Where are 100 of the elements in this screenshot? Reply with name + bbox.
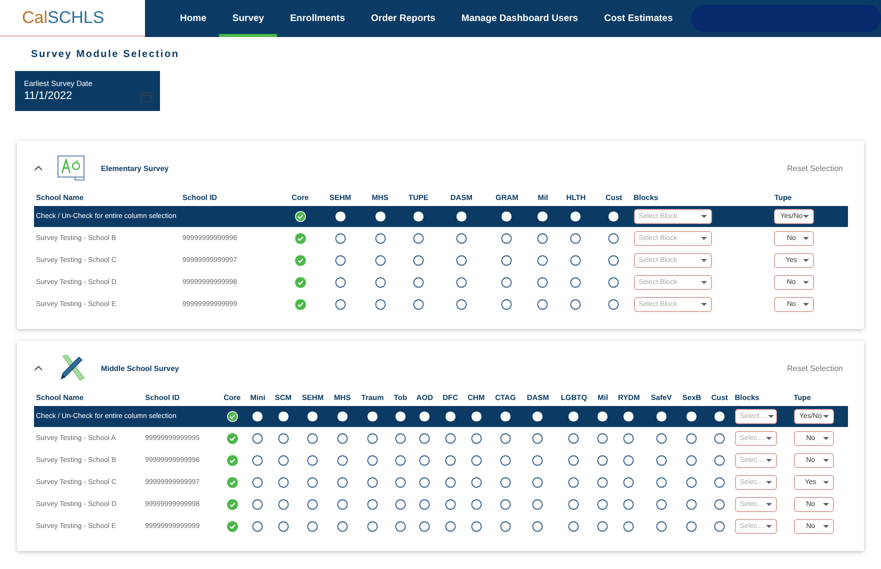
unchecked-checkbox[interactable] xyxy=(374,211,386,222)
unchecked-checkbox[interactable] xyxy=(367,432,378,444)
unchecked-checkbox[interactable] xyxy=(444,520,456,532)
nav-tab[interactable]: Home xyxy=(167,0,220,37)
unchecked-checkbox[interactable] xyxy=(501,211,512,222)
unchecked-checkbox[interactable] xyxy=(307,476,318,488)
checked-checkbox[interactable] xyxy=(294,298,306,310)
unchecked-checkbox[interactable] xyxy=(374,298,386,310)
unchecked-checkbox[interactable] xyxy=(686,432,698,444)
unchecked-checkbox[interactable] xyxy=(686,411,698,422)
unchecked-checkbox[interactable] xyxy=(412,298,424,310)
unchecked-checkbox[interactable] xyxy=(367,498,378,510)
unchecked-checkbox[interactable] xyxy=(470,454,482,466)
unchecked-checkbox[interactable] xyxy=(444,476,456,488)
unchecked-checkbox[interactable] xyxy=(367,476,378,488)
unchecked-checkbox[interactable] xyxy=(278,476,289,488)
unchecked-checkbox[interactable] xyxy=(570,254,582,266)
unchecked-checkbox[interactable] xyxy=(278,411,289,422)
unchecked-checkbox[interactable] xyxy=(656,520,667,532)
unchecked-checkbox[interactable] xyxy=(532,498,544,510)
unchecked-checkbox[interactable] xyxy=(597,432,608,444)
unchecked-checkbox[interactable] xyxy=(500,476,511,488)
unchecked-checkbox[interactable] xyxy=(656,432,667,444)
unchecked-checkbox[interactable] xyxy=(412,211,424,222)
unchecked-checkbox[interactable] xyxy=(252,498,264,510)
unchecked-checkbox[interactable] xyxy=(686,520,698,532)
unchecked-checkbox[interactable] xyxy=(412,254,424,266)
unchecked-checkbox[interactable] xyxy=(501,298,512,310)
unchecked-checkbox[interactable] xyxy=(608,254,620,266)
unchecked-checkbox[interactable] xyxy=(334,254,346,266)
nav-tab[interactable]: Survey xyxy=(219,0,278,37)
unchecked-checkbox[interactable] xyxy=(336,520,348,532)
unchecked-checkbox[interactable] xyxy=(419,520,430,532)
unchecked-checkbox[interactable] xyxy=(394,432,406,444)
reset-link[interactable]: Reset Selection xyxy=(786,164,843,172)
unchecked-checkbox[interactable] xyxy=(532,476,544,488)
checked-checkbox[interactable] xyxy=(226,454,238,466)
unchecked-checkbox[interactable] xyxy=(252,454,264,466)
unchecked-checkbox[interactable] xyxy=(623,476,634,488)
checked-checkbox[interactable] xyxy=(294,254,306,266)
reset-link[interactable]: Reset Selection xyxy=(786,364,843,372)
unchecked-checkbox[interactable] xyxy=(419,454,430,466)
unchecked-checkbox[interactable] xyxy=(456,254,467,266)
unchecked-checkbox[interactable] xyxy=(278,498,289,510)
unchecked-checkbox[interactable] xyxy=(336,476,348,488)
unchecked-checkbox[interactable] xyxy=(537,298,548,310)
unchecked-checkbox[interactable] xyxy=(334,232,346,244)
unchecked-checkbox[interactable] xyxy=(608,298,620,310)
unchecked-checkbox[interactable] xyxy=(394,454,406,466)
unchecked-checkbox[interactable] xyxy=(367,520,378,532)
unchecked-checkbox[interactable] xyxy=(568,476,580,488)
unchecked-checkbox[interactable] xyxy=(568,432,580,444)
unchecked-checkbox[interactable] xyxy=(597,454,608,466)
unchecked-checkbox[interactable] xyxy=(570,276,582,288)
unchecked-checkbox[interactable] xyxy=(444,411,456,422)
unchecked-checkbox[interactable] xyxy=(623,411,634,422)
unchecked-checkbox[interactable] xyxy=(656,476,667,488)
unchecked-checkbox[interactable] xyxy=(623,454,634,466)
unchecked-checkbox[interactable] xyxy=(532,520,544,532)
unchecked-checkbox[interactable] xyxy=(686,476,698,488)
unchecked-checkbox[interactable] xyxy=(686,454,698,466)
unchecked-checkbox[interactable] xyxy=(367,411,378,422)
unchecked-checkbox[interactable] xyxy=(394,498,406,510)
unchecked-checkbox[interactable] xyxy=(470,520,482,532)
nav-tab[interactable]: Enrollments xyxy=(277,0,358,37)
unchecked-checkbox[interactable] xyxy=(394,520,406,532)
unchecked-checkbox[interactable] xyxy=(367,454,378,466)
unchecked-checkbox[interactable] xyxy=(537,276,548,288)
unchecked-checkbox[interactable] xyxy=(444,498,456,510)
unchecked-checkbox[interactable] xyxy=(656,454,667,466)
unchecked-checkbox[interactable] xyxy=(500,454,511,466)
unchecked-checkbox[interactable] xyxy=(307,454,318,466)
unchecked-checkbox[interactable] xyxy=(500,498,511,510)
unchecked-checkbox[interactable] xyxy=(568,454,580,466)
unchecked-checkbox[interactable] xyxy=(444,454,456,466)
unchecked-checkbox[interactable] xyxy=(456,211,467,222)
checked-checkbox[interactable] xyxy=(226,432,238,444)
unchecked-checkbox[interactable] xyxy=(278,454,289,466)
unchecked-checkbox[interactable] xyxy=(394,476,406,488)
nav-tab[interactable]: Cost Estimates xyxy=(591,0,686,37)
unchecked-checkbox[interactable] xyxy=(278,520,289,532)
unchecked-checkbox[interactable] xyxy=(623,498,634,510)
unchecked-checkbox[interactable] xyxy=(501,276,512,288)
unchecked-checkbox[interactable] xyxy=(307,520,318,532)
nav-tab[interactable]: Order Reports xyxy=(358,0,448,37)
unchecked-checkbox[interactable] xyxy=(570,232,582,244)
unchecked-checkbox[interactable] xyxy=(419,476,430,488)
unchecked-checkbox[interactable] xyxy=(444,432,456,444)
unchecked-checkbox[interactable] xyxy=(597,520,608,532)
unchecked-checkbox[interactable] xyxy=(307,411,318,422)
unchecked-checkbox[interactable] xyxy=(568,498,580,510)
unchecked-checkbox[interactable] xyxy=(334,298,346,310)
unchecked-checkbox[interactable] xyxy=(597,498,608,510)
unchecked-checkbox[interactable] xyxy=(570,298,582,310)
unchecked-checkbox[interactable] xyxy=(532,432,544,444)
collapse-icon[interactable] xyxy=(34,165,43,171)
checked-checkbox[interactable] xyxy=(294,232,306,244)
unchecked-checkbox[interactable] xyxy=(374,276,386,288)
checked-checkbox[interactable] xyxy=(226,498,238,510)
unchecked-checkbox[interactable] xyxy=(656,498,667,510)
